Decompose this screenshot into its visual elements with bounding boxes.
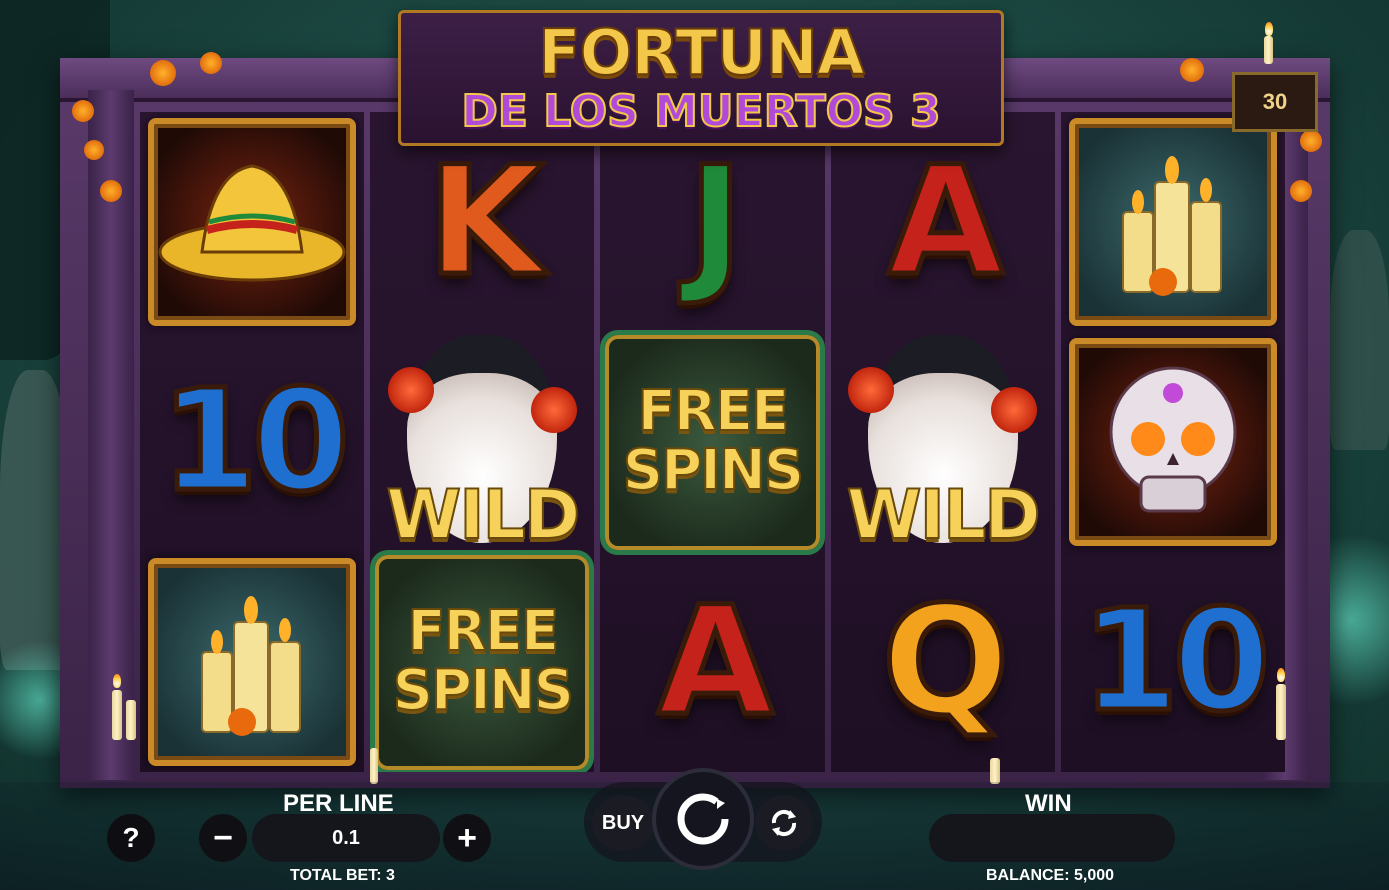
spins-label: SPINS xyxy=(392,658,575,723)
total-bet-label: TOTAL BET: 3 xyxy=(290,867,395,884)
candles-icon xyxy=(1121,156,1222,296)
reels-grid: 10 K WILD FREE SPINS J FREE SPINS A A WI… xyxy=(140,112,1285,772)
marigold-decoration xyxy=(72,100,94,122)
rose-icon xyxy=(387,367,434,413)
candle-decoration xyxy=(126,700,136,740)
reel-cell: 10 xyxy=(1061,552,1285,772)
marigold-decoration xyxy=(1290,180,1312,202)
skull-symbol xyxy=(1068,338,1277,546)
autoplay-button[interactable] xyxy=(755,795,813,851)
minus-icon: − xyxy=(213,818,233,857)
ace-symbol: A xyxy=(655,575,776,749)
help-icon: ? xyxy=(122,822,140,853)
rose-icon xyxy=(991,387,1038,433)
reel-cell: WILD xyxy=(831,332,1055,556)
reel-2: K WILD FREE SPINS xyxy=(370,112,595,772)
rose-icon xyxy=(530,387,577,433)
candles-icon xyxy=(201,596,302,736)
ace-symbol: A xyxy=(885,135,1006,309)
reel-1: 10 xyxy=(140,112,365,772)
ten-symbol: 10 xyxy=(1079,580,1273,743)
sombrero-symbol xyxy=(148,118,357,326)
reel-cell xyxy=(140,112,364,332)
wild-label: WILD xyxy=(385,475,581,556)
sombrero-icon xyxy=(158,164,346,282)
king-symbol: K xyxy=(425,135,546,309)
flame-icon xyxy=(1265,22,1273,36)
buy-bonus-button[interactable]: BUY xyxy=(592,795,654,851)
candle-decoration xyxy=(1264,36,1273,64)
game-title-line1: FORTUNA xyxy=(537,16,866,89)
reel-cell xyxy=(140,552,364,772)
lines-count: 30 xyxy=(1262,89,1288,114)
candle-decoration xyxy=(990,758,1000,784)
free-label: FREE xyxy=(406,599,560,665)
candles-symbol xyxy=(1068,118,1277,326)
reel-5: 10 xyxy=(1060,112,1285,772)
win-value-field xyxy=(929,814,1175,862)
background-tombstone xyxy=(1330,230,1389,450)
balance-label: BALANCE: 5,000 xyxy=(986,867,1115,884)
reel-cell: FREE SPINS xyxy=(370,549,595,772)
per-line-value-field: 0.1 xyxy=(252,814,440,862)
candles-symbol xyxy=(148,558,357,766)
free-spins-symbol: FREE SPINS xyxy=(370,549,595,772)
reel-4: A WILD Q xyxy=(830,112,1055,772)
per-line-value: 0.1 xyxy=(332,826,360,849)
marigold-decoration xyxy=(100,180,122,202)
wild-label: WILD xyxy=(846,475,1042,556)
marigold-decoration xyxy=(200,52,222,74)
autoplay-icon xyxy=(771,809,797,837)
free-label: FREE xyxy=(637,379,791,445)
wild-symbol: WILD xyxy=(840,327,1045,557)
lines-count-badge: 30 xyxy=(1232,72,1318,132)
game-title-line2: DE LOS MUERTOS 3 xyxy=(460,86,941,137)
reel-cell: FREE SPINS xyxy=(600,329,825,555)
spin-button[interactable] xyxy=(656,772,750,866)
spins-label: SPINS xyxy=(622,438,805,503)
help-button[interactable]: ? xyxy=(107,814,155,862)
buy-label: BUY xyxy=(601,811,645,834)
wild-symbol: WILD xyxy=(380,327,585,557)
reel-cell xyxy=(1061,332,1285,552)
game-title-banner: FORTUNA DE LOS MUERTOS 3 xyxy=(398,10,1004,146)
reel-cell: Q xyxy=(831,552,1055,772)
flame-icon xyxy=(113,674,121,688)
marigold-decoration xyxy=(150,60,176,86)
marigold-decoration xyxy=(1300,130,1322,152)
flame-icon xyxy=(1277,668,1285,682)
reel-cell: A xyxy=(600,552,824,772)
queen-symbol: Q xyxy=(879,575,1011,749)
reel-cell: 10 xyxy=(140,332,364,552)
candle-decoration xyxy=(1276,684,1286,740)
decrease-bet-button[interactable]: − xyxy=(199,814,247,862)
marigold-decoration xyxy=(84,140,104,160)
marigold-decoration xyxy=(1180,58,1204,82)
candle-decoration xyxy=(112,690,122,740)
reel-3: J FREE SPINS A xyxy=(600,112,825,772)
spin-icon xyxy=(677,793,729,845)
ten-symbol: 10 xyxy=(158,360,352,523)
free-spins-symbol: FREE SPINS xyxy=(600,329,825,555)
reel-cell: WILD xyxy=(370,332,594,556)
candle-decoration xyxy=(370,748,378,784)
rose-icon xyxy=(848,367,895,413)
plus-icon: + xyxy=(457,818,477,857)
sugar-skull-icon xyxy=(1109,366,1237,513)
reel-cell xyxy=(1061,112,1285,332)
increase-bet-button[interactable]: + xyxy=(443,814,491,862)
jack-symbol: J xyxy=(685,135,746,309)
